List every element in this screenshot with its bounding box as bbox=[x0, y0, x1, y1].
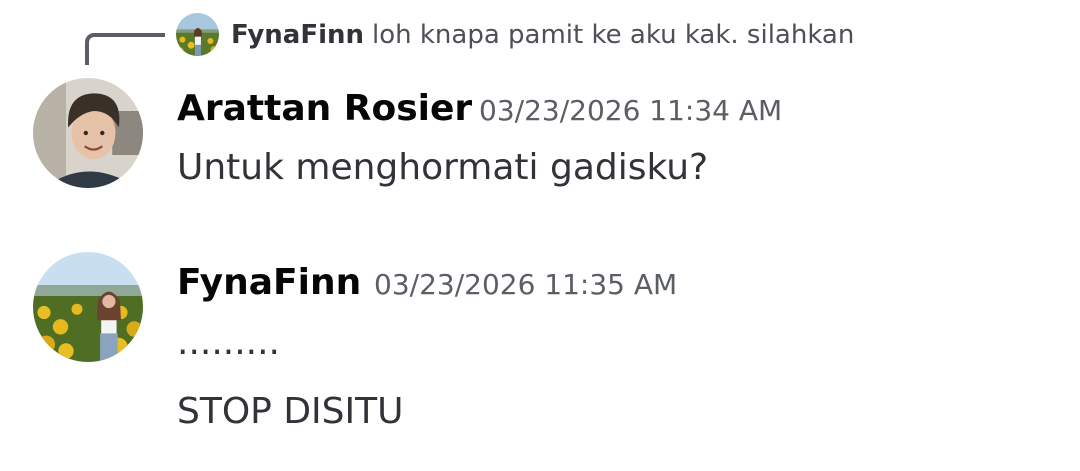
reply-message-preview[interactable]: loh knapa pamit ke aku kak. silahkan bbox=[372, 16, 854, 54]
message-timestamp: 03/23/2026 11:34 AM bbox=[479, 94, 783, 127]
reply-avatar[interactable] bbox=[176, 13, 219, 56]
message-content: Untuk menghormati gadisku? bbox=[177, 147, 709, 188]
message-author-name[interactable]: FynaFinn bbox=[177, 260, 361, 306]
message-avatar[interactable] bbox=[33, 78, 143, 188]
curly-hair-man-avatar-icon bbox=[33, 78, 143, 188]
message-avatar[interactable] bbox=[33, 252, 143, 362]
message-timestamp: 03/23/2026 11:35 AM bbox=[374, 268, 678, 301]
sunflower-field-avatar-icon bbox=[33, 252, 143, 362]
reply-author-name[interactable]: FynaFinn bbox=[231, 16, 364, 54]
message-author-name[interactable]: Arattan Rosier bbox=[177, 86, 472, 132]
chat-log: FynaFinn loh knapa pamit ke aku kak. sil… bbox=[0, 0, 1080, 471]
reply-connector-line bbox=[85, 33, 165, 65]
sunflower-field-avatar-icon bbox=[176, 13, 219, 56]
message-content: ......... bbox=[177, 322, 280, 363]
message-content: STOP DISITU bbox=[177, 391, 404, 432]
